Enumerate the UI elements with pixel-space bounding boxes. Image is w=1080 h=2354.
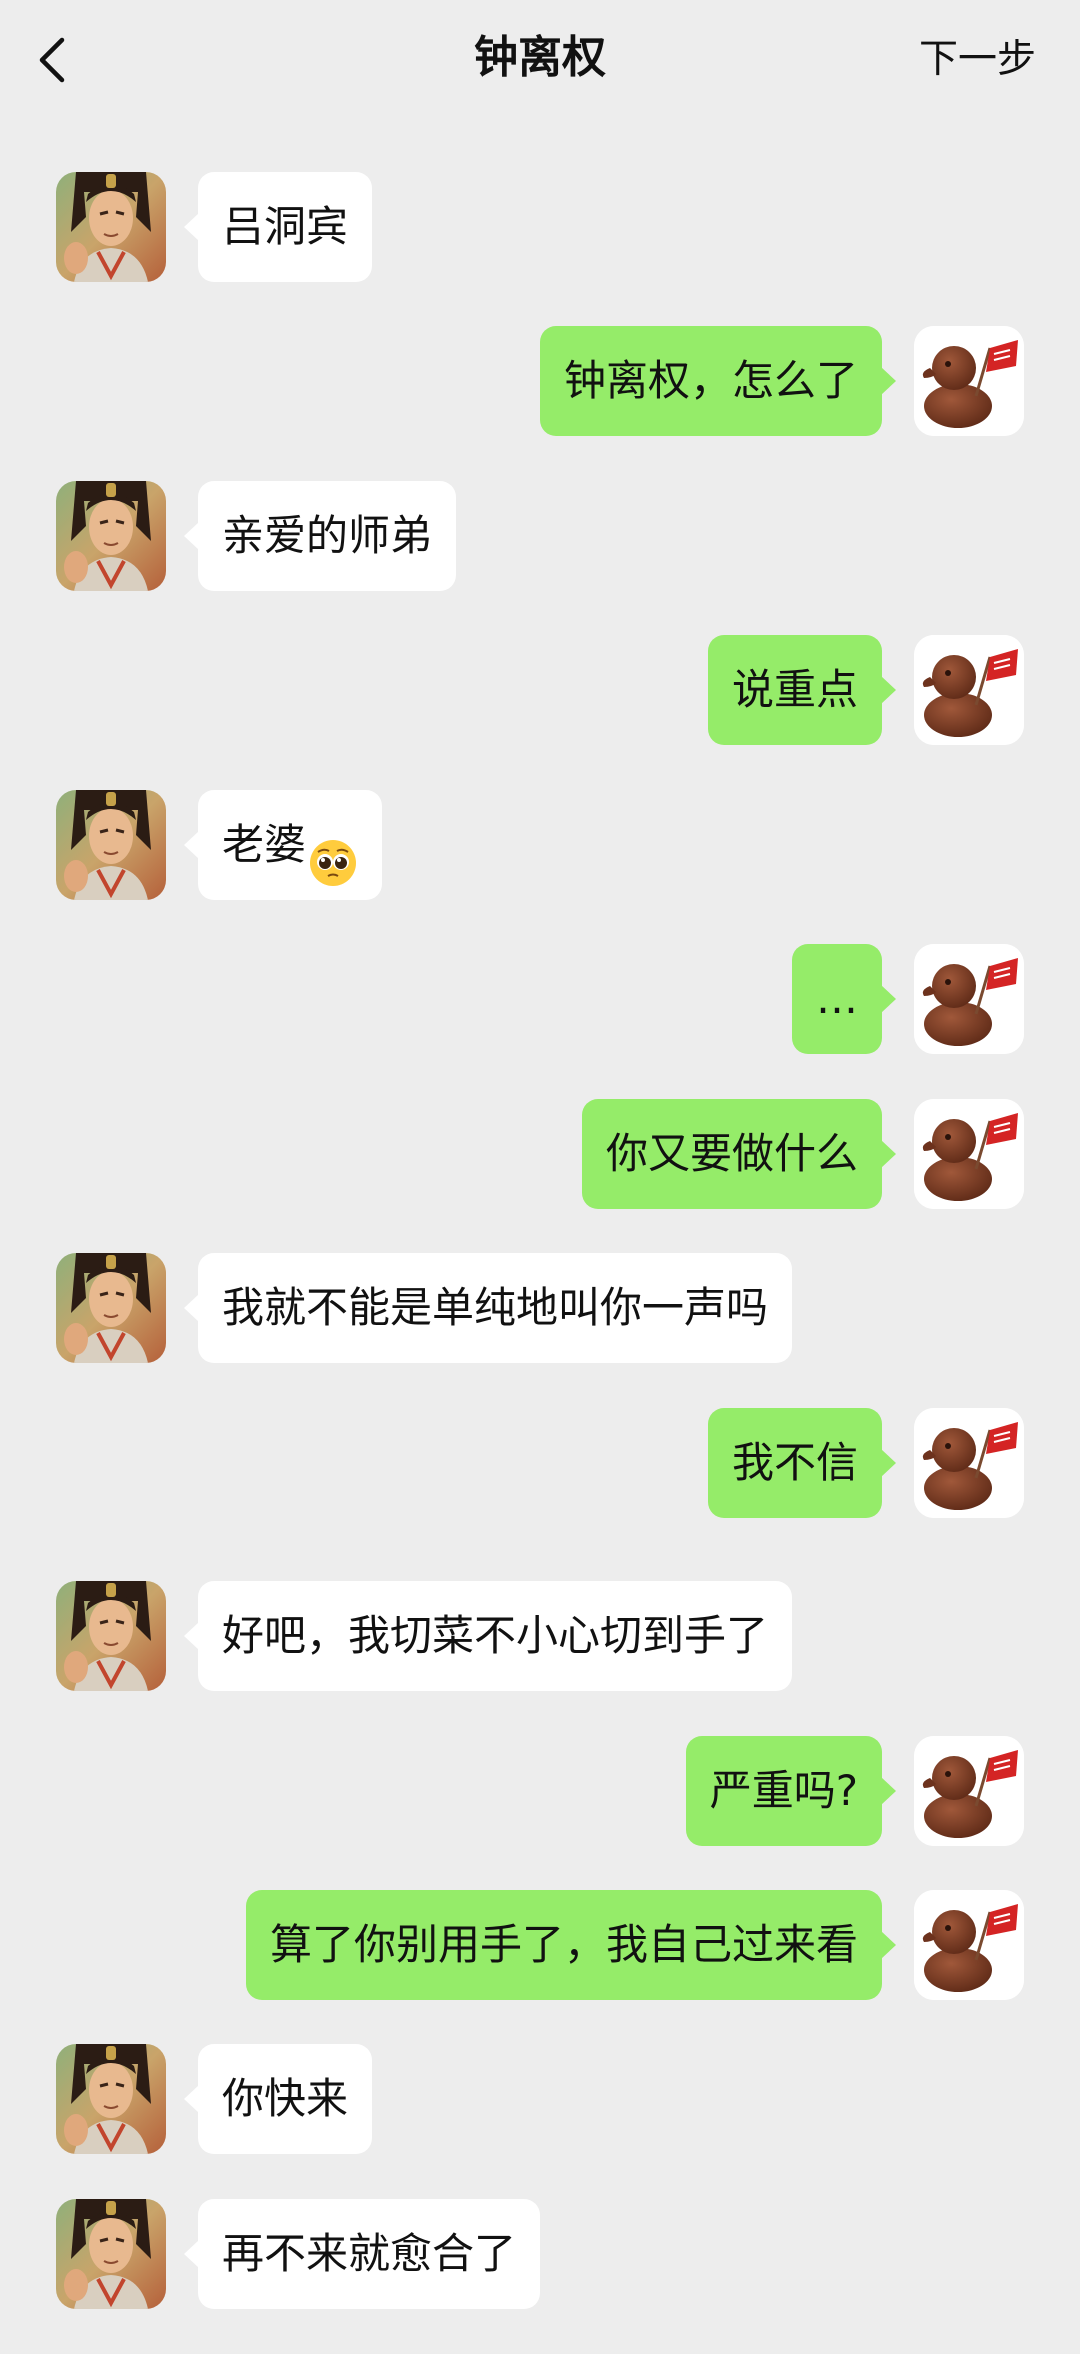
message-bubble[interactable]: 你又要做什么 — [581, 1099, 897, 1209]
avatar[interactable] — [914, 1099, 1024, 1209]
avatar[interactable] — [56, 790, 166, 900]
message-bubble[interactable]: 算了你别用手了，我自己过来看 — [245, 1890, 897, 2000]
message-received: 再不来就愈合了 — [0, 2199, 1080, 2309]
message-sent: 说重点 — [0, 635, 1080, 745]
avatar[interactable] — [56, 2199, 166, 2309]
message-text: … — [816, 974, 858, 1023]
avatar[interactable] — [56, 481, 166, 591]
message-text: 再不来就愈合了 — [222, 2229, 517, 2278]
message-bubble[interactable]: 你快来 — [183, 2044, 373, 2154]
message-received: 好吧，我切菜不小心切到手了 — [0, 1581, 1080, 1691]
message-received: 你快来 — [0, 2044, 1080, 2154]
message-received: 老婆 — [0, 790, 1080, 900]
message-bubble[interactable]: 老婆 — [183, 790, 383, 900]
avatar[interactable] — [914, 1890, 1024, 2000]
message-received: 我就不能是单纯地叫你一声吗 — [0, 1253, 1080, 1363]
avatar[interactable] — [56, 1253, 166, 1363]
message-bubble[interactable]: 说重点 — [707, 635, 897, 745]
avatar[interactable] — [914, 1408, 1024, 1518]
avatar[interactable] — [56, 2044, 166, 2154]
message-text: 你快来 — [222, 2074, 349, 2123]
message-sent: 你又要做什么 — [0, 1099, 1080, 1209]
next-step-button[interactable]: 下一步 — [919, 30, 1036, 90]
message-bubble[interactable]: … — [792, 944, 896, 1054]
avatar[interactable] — [914, 326, 1024, 436]
message-sent: 钟离权，怎么了 — [0, 326, 1080, 436]
message-received: 亲爱的师弟 — [0, 481, 1080, 591]
message-bubble[interactable]: 再不来就愈合了 — [183, 2199, 541, 2309]
message-bubble[interactable]: 我就不能是单纯地叫你一声吗 — [183, 1253, 793, 1363]
message-text: 亲爱的师弟 — [222, 511, 433, 560]
avatar[interactable] — [56, 172, 166, 282]
message-sent: 我不信 — [0, 1408, 1080, 1518]
message-text: 我不信 — [731, 1438, 858, 1487]
message-bubble[interactable]: 吕洞宾 — [183, 172, 373, 282]
message-text: 吕洞宾 — [222, 202, 349, 251]
top-bar: 钟离权 下一步 — [0, 0, 1080, 118]
message-text: 严重吗? — [709, 1766, 858, 1815]
pleading-face-icon — [308, 819, 358, 886]
message-text: 你又要做什么 — [605, 1129, 858, 1178]
message-bubble[interactable]: 亲爱的师弟 — [183, 481, 457, 591]
message-sent: … — [0, 944, 1080, 1054]
message-received: 吕洞宾 — [0, 172, 1080, 282]
message-sent: 严重吗? — [0, 1736, 1080, 1846]
message-bubble[interactable]: 好吧，我切菜不小心切到手了 — [183, 1581, 793, 1691]
avatar[interactable] — [56, 1581, 166, 1691]
message-text: 钟离权，怎么了 — [563, 356, 858, 405]
message-text: 好吧，我切菜不小心切到手了 — [222, 1611, 769, 1660]
message-text: 老婆 — [222, 820, 307, 869]
message-bubble[interactable]: 钟离权，怎么了 — [539, 326, 897, 436]
message-bubble[interactable]: 严重吗? — [685, 1736, 897, 1846]
avatar[interactable] — [914, 1736, 1024, 1846]
message-sent: 算了你别用手了，我自己过来看 — [0, 1890, 1080, 2000]
avatar[interactable] — [914, 944, 1024, 1054]
avatar[interactable] — [914, 635, 1024, 745]
message-text: 我就不能是单纯地叫你一声吗 — [222, 1283, 769, 1332]
message-text: 说重点 — [731, 665, 858, 714]
chat-screen: 钟离权 下一步 吕洞宾钟离权，怎么了亲爱的师弟说重点老婆 … 你又要做什么我就不能是… — [0, 0, 1080, 2354]
message-bubble[interactable]: 我不信 — [707, 1408, 897, 1518]
message-text: 算了你别用手了，我自己过来看 — [269, 1920, 858, 1969]
